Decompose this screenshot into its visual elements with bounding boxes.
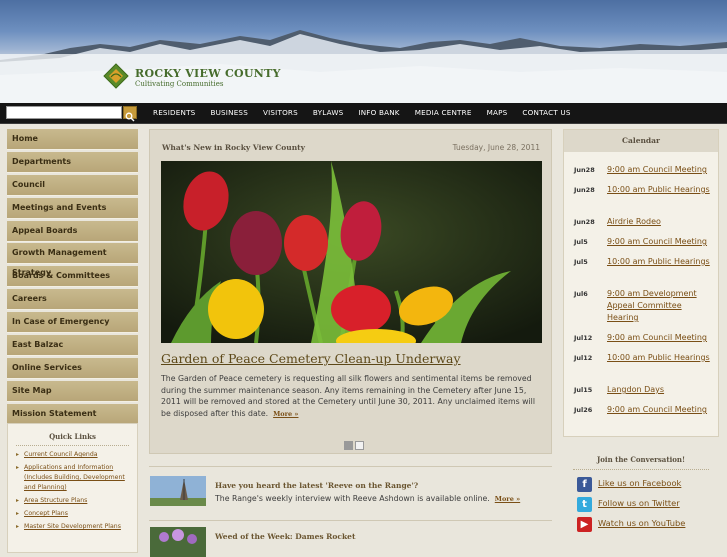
county-logo-icon[interactable] xyxy=(103,63,129,89)
news-thumbnail-image[interactable] xyxy=(150,527,206,557)
calendar-event-link[interactable]: 9:00 am Council Meeting xyxy=(607,236,715,248)
news-item: Weed of the Week: Dames Rocket xyxy=(149,520,552,557)
news-thumbnail-image[interactable] xyxy=(150,476,206,506)
slide-dot-2[interactable] xyxy=(355,441,364,450)
feature-summary-text: The Garden of Peace cemetery is requesti… xyxy=(161,374,535,418)
news-title-link[interactable]: Weed of the Week: Dames Rocket xyxy=(215,532,355,541)
sidebar-item-growth-management[interactable]: Growth Management Strategy xyxy=(7,243,138,277)
quick-link-area-structure-plans[interactable]: Area Structure Plans xyxy=(16,496,136,506)
left-sidebar-menu: Home Departments Council Meetings and Ev… xyxy=(7,129,138,427)
calendar-event-link[interactable]: 9:00 am Council Meeting xyxy=(607,404,715,416)
sidebar-item-boards-committees[interactable]: Boards & Committees xyxy=(7,266,138,288)
nav-media-centre[interactable]: MEDIA CENTRE xyxy=(415,103,472,123)
whats-new-heading: What's New in Rocky View County xyxy=(162,143,305,152)
search-input[interactable] xyxy=(6,106,122,119)
slide-dot-1[interactable] xyxy=(344,441,353,450)
calendar-event-link[interactable]: 10:00 am Public Hearings xyxy=(607,256,715,268)
sidebar-item-site-map[interactable]: Site Map xyxy=(7,380,138,402)
news-summary-text: The Range's weekly interview with Reeve … xyxy=(215,494,490,503)
nav-bylaws[interactable]: BYLAWS xyxy=(313,103,344,123)
calendar-event-link[interactable]: 9:00 am Council Meeting xyxy=(607,332,715,344)
calendar-event-link[interactable]: 10:00 am Public Hearings xyxy=(607,352,715,364)
calendar-panel: Calendar Jun28 9:00 am Council Meeting Jun… xyxy=(563,129,719,437)
facebook-icon: f xyxy=(577,477,592,492)
calendar-event-link[interactable]: Airdrie Rodeo xyxy=(607,216,715,228)
sidebar-item-online-services[interactable]: Online Services xyxy=(7,357,138,379)
social-title: Join the Conversation! xyxy=(573,455,709,470)
site-header: ROCKY VIEW COUNTY Cultivating Communitie… xyxy=(0,0,727,103)
nav-info-bank[interactable]: INFO BANK xyxy=(358,103,399,123)
slide-pager xyxy=(344,435,366,454)
news-more-link[interactable]: More » xyxy=(495,495,520,503)
sidebar-item-departments[interactable]: Departments xyxy=(7,151,138,173)
main-menu: RESIDENTS BUSINESS VISITORS BYLAWS INFO … xyxy=(153,103,586,123)
facebook-label[interactable]: Like us on Facebook xyxy=(598,478,681,488)
search-button[interactable] xyxy=(123,106,137,122)
youtube-icon: ▶ xyxy=(577,517,592,532)
calendar-event-date: Jul5 xyxy=(574,258,588,266)
quick-links-title: Quick Links xyxy=(16,432,129,446)
news-summary: The Range's weekly interview with Reeve … xyxy=(215,494,520,503)
calendar-title: Calendar xyxy=(564,130,718,152)
org-name[interactable]: ROCKY VIEW COUNTY xyxy=(135,67,281,80)
calendar-event-link[interactable]: Langdon Days xyxy=(607,384,715,396)
social-panel: Join the Conversation! f Like us on Face… xyxy=(563,447,719,547)
nav-visitors[interactable]: VISITORS xyxy=(263,103,298,123)
search-icon xyxy=(125,112,135,122)
calendar-event-link[interactable]: 10:00 am Public Hearings xyxy=(607,184,715,196)
quick-link-master-site-plans[interactable]: Master Site Development Plans xyxy=(16,522,136,532)
quick-link-council-agenda[interactable]: Current Council Agenda xyxy=(16,450,136,460)
calendar-event-date: Jul5 xyxy=(574,238,588,246)
current-date: Tuesday, June 28, 2011 xyxy=(452,143,540,152)
youtube-label[interactable]: Watch us on YouTube xyxy=(598,518,685,528)
twitter-label[interactable]: Follow us on Twitter xyxy=(598,498,680,508)
calendar-event-date: Jun28 xyxy=(574,166,595,174)
calendar-event-date: Jul26 xyxy=(574,406,593,414)
calendar-event-date: Jul6 xyxy=(574,290,588,298)
quick-link-concept-plans[interactable]: Concept Plans xyxy=(16,509,136,519)
news-item: Have you heard the latest 'Reeve on the … xyxy=(149,466,552,513)
calendar-event-date: Jun28 xyxy=(574,218,595,226)
sidebar-item-east-balzac[interactable]: East Balzac xyxy=(7,335,138,357)
feature-title-link[interactable]: Garden of Peace Cemetery Clean-up Underw… xyxy=(161,351,461,366)
calendar-event-date: Jul12 xyxy=(574,334,593,342)
feature-tulip-image[interactable] xyxy=(161,161,542,343)
sidebar-item-council[interactable]: Council xyxy=(7,174,138,196)
calendar-event-link[interactable]: 9:00 am Development Appeal Committee Hea… xyxy=(607,288,715,324)
news-title-link[interactable]: Have you heard the latest 'Reeve on the … xyxy=(215,481,418,490)
calendar-event-date: Jul15 xyxy=(574,386,593,394)
sidebar-item-appeal-boards[interactable]: Appeal Boards xyxy=(7,220,138,242)
sidebar-item-emergency[interactable]: In Case of Emergency xyxy=(7,312,138,334)
nav-contact-us[interactable]: CONTACT US xyxy=(522,103,570,123)
sidebar-item-mission-statement[interactable]: Mission Statement xyxy=(7,403,138,425)
calendar-event-date: Jul12 xyxy=(574,354,593,362)
quick-link-applications[interactable]: Applications and Information (Includes B… xyxy=(16,463,136,493)
feature-summary: The Garden of Peace cemetery is requesti… xyxy=(161,373,543,420)
org-tagline: Cultivating Communities xyxy=(135,80,224,88)
sidebar-item-home[interactable]: Home xyxy=(7,129,138,150)
nav-residents[interactable]: RESIDENTS xyxy=(153,103,195,123)
calendar-event-date: Jun28 xyxy=(574,186,595,194)
feature-more-link[interactable]: More » xyxy=(273,410,298,418)
calendar-event-link[interactable]: 9:00 am Council Meeting xyxy=(607,164,715,176)
top-navigation-bar: RESIDENTS BUSINESS VISITORS BYLAWS INFO … xyxy=(0,103,727,124)
nav-business[interactable]: BUSINESS xyxy=(210,103,248,123)
nav-maps[interactable]: MAPS xyxy=(487,103,508,123)
quick-links-panel: Quick Links Current Council Agenda Appli… xyxy=(7,423,138,553)
sidebar-item-careers[interactable]: Careers xyxy=(7,289,138,311)
twitter-icon: t xyxy=(577,497,592,512)
whats-new-panel: What's New in Rocky View County Tuesday,… xyxy=(149,129,552,454)
sidebar-item-meetings[interactable]: Meetings and Events xyxy=(7,197,138,219)
